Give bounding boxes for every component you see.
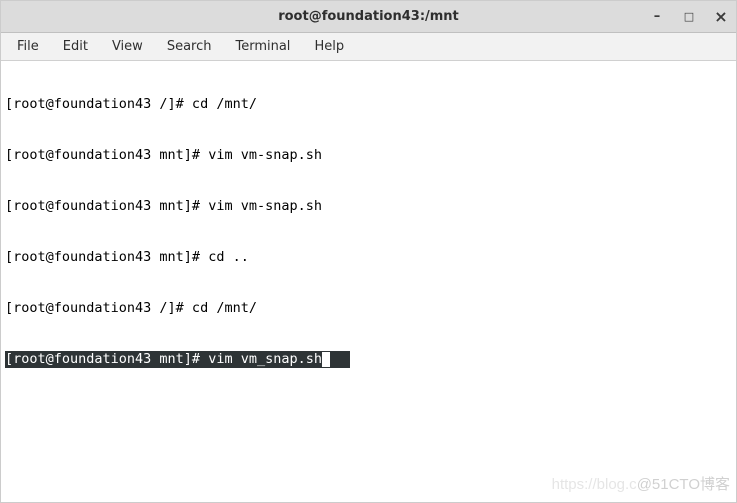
menu-help[interactable]: Help xyxy=(304,36,354,57)
terminal-line: [root@foundation43 mnt]# cd .. xyxy=(5,249,732,266)
menu-file[interactable]: File xyxy=(7,36,49,57)
menu-search[interactable]: Search xyxy=(157,36,222,57)
terminal-line: [root@foundation43 mnt]# vim vm-snap.sh xyxy=(5,198,732,215)
terminal-area[interactable]: [root@foundation43 /]# cd /mnt/ [root@fo… xyxy=(1,61,736,502)
window-title: root@foundation43:/mnt xyxy=(1,9,736,24)
cursor-icon xyxy=(322,352,330,367)
terminal-line: [root@foundation43 /]# cd /mnt/ xyxy=(5,96,732,113)
terminal-line: [root@foundation43 mnt]# vim vm-snap.sh xyxy=(5,147,732,164)
menu-edit[interactable]: Edit xyxy=(53,36,98,57)
terminal-line: [root@foundation43 /]# cd /mnt/ xyxy=(5,300,732,317)
titlebar: root@foundation43:/mnt – □ × xyxy=(1,1,736,33)
menubar: File Edit View Search Terminal Help xyxy=(1,33,736,61)
minimize-button[interactable]: – xyxy=(650,10,664,24)
close-button[interactable]: × xyxy=(714,10,728,24)
menu-view[interactable]: View xyxy=(102,36,153,57)
maximize-button[interactable]: □ xyxy=(682,10,696,24)
terminal-active-line: [root@foundation43 mnt]# vim vm_snap.sh xyxy=(5,351,732,368)
menu-terminal[interactable]: Terminal xyxy=(225,36,300,57)
window-controls: – □ × xyxy=(650,10,728,24)
terminal-active-text: [root@foundation43 mnt]# vim vm_snap.sh xyxy=(5,351,322,367)
